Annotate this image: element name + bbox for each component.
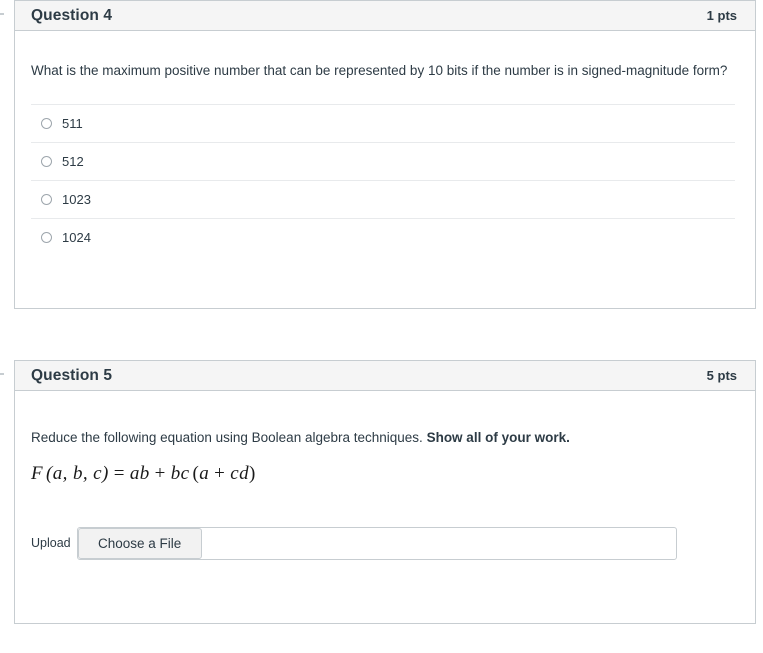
equation-plus-2: +	[214, 462, 226, 484]
equation-term-3: a	[199, 462, 210, 484]
equation-term-2: bc	[170, 462, 190, 484]
question-prompt-5-plain: Reduce the following equation using Bool…	[31, 430, 423, 445]
equation-term-1: ab	[129, 462, 150, 484]
question-header-5: Question 5 5 pts	[15, 361, 755, 391]
card-spacer	[15, 256, 755, 292]
question-body-5: Reduce the following equation using Bool…	[15, 391, 755, 560]
answer-option-label: 512	[62, 154, 84, 170]
answer-option-label: 511	[62, 116, 83, 132]
equation-arguments: (a, b, c)	[46, 462, 109, 484]
equation-group-close: )	[249, 462, 256, 484]
answer-options-4: 511 512 1023 1024	[15, 104, 755, 256]
choose-a-file-button[interactable]: Choose a File	[77, 527, 202, 559]
equation-function-name: F	[31, 462, 44, 484]
radio-button-icon[interactable]	[41, 232, 52, 244]
equation-term-4: cd	[230, 462, 249, 484]
question-prompt-4: What is the maximum positive number that…	[31, 63, 728, 78]
quiz-page: Question 4 1 pts What is the maximum pos…	[0, 0, 763, 653]
question-header-4: Question 4 1 pts	[15, 1, 755, 31]
answer-option-row[interactable]: 1023	[31, 180, 735, 218]
question-prompt-5-emphasis: Show all of your work.	[426, 430, 570, 445]
question-points-4: 1 pts	[706, 8, 737, 23]
answer-option-label: 1024	[62, 230, 91, 246]
question-title-4: Question 4	[31, 6, 113, 24]
answer-option-label: 1023	[62, 192, 91, 208]
left-edge-sliver-q5	[0, 373, 4, 375]
left-edge-sliver-q4	[0, 13, 4, 15]
boolean-equation: F (a, b, c) = ab + bc (a + cd)	[15, 449, 755, 485]
question-title-5: Question 5	[31, 366, 113, 384]
answer-option-row[interactable]: 1024	[31, 218, 735, 256]
answer-option-row[interactable]: 512	[31, 142, 735, 180]
answer-option-row[interactable]: 511	[31, 104, 735, 142]
equation-equals: =	[113, 462, 125, 484]
question-prompt-5: Reduce the following equation using Bool…	[15, 391, 755, 449]
radio-button-icon[interactable]	[41, 118, 52, 130]
upload-row: Upload Choose a File	[15, 485, 755, 560]
question-card-5: Question 5 5 pts Reduce the following eq…	[14, 360, 756, 624]
file-upload-input[interactable]: Choose a File	[76, 526, 677, 560]
question-body-4: What is the maximum positive number that…	[15, 31, 755, 292]
radio-button-icon[interactable]	[41, 194, 52, 206]
question-card-4: Question 4 1 pts What is the maximum pos…	[14, 0, 756, 309]
equation-group-open: (	[192, 462, 200, 484]
equation-plus-1: +	[154, 462, 166, 484]
upload-label: Upload	[31, 536, 71, 551]
radio-button-icon[interactable]	[41, 156, 52, 168]
question-points-5: 5 pts	[706, 368, 737, 383]
